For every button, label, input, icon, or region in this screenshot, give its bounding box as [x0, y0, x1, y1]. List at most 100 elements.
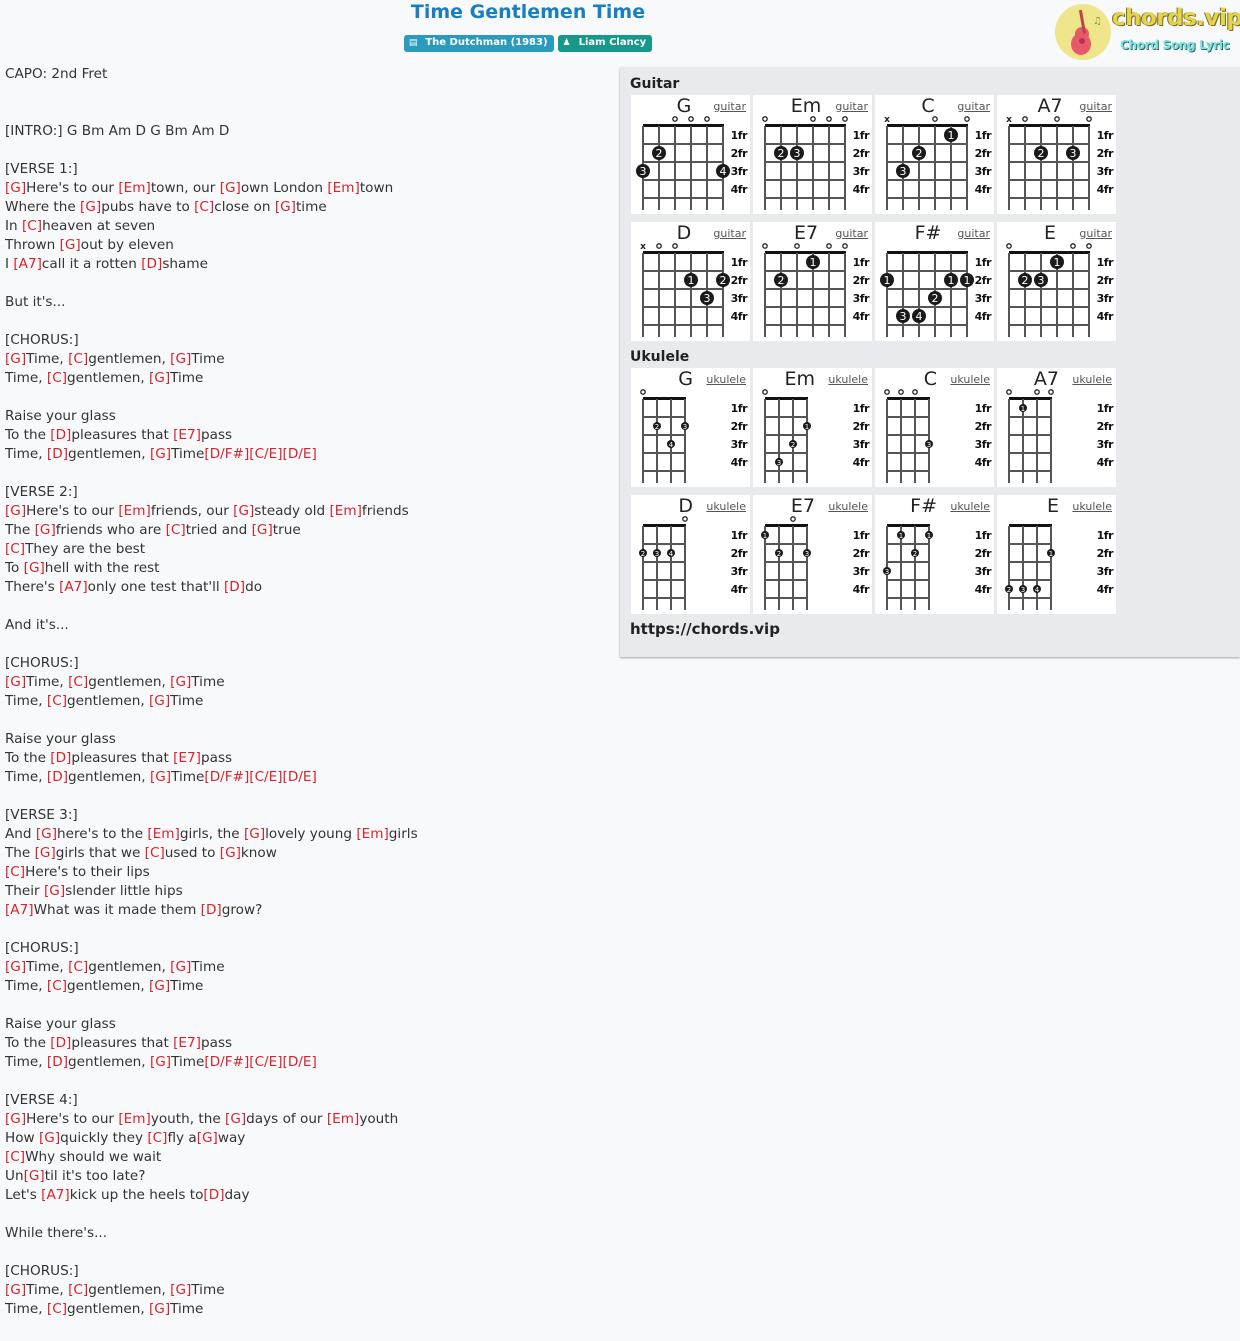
- chord-diagram-g[interactable]: Gguitar 1fr 2fr 3fr 4fr 2 3 4: [631, 95, 750, 214]
- chord-link[interactable]: [Em]: [329, 503, 361, 519]
- chord-link[interactable]: [C]: [145, 845, 165, 861]
- chord-link[interactable]: [C]: [68, 674, 88, 690]
- chord-diagram-em[interactable]: Em guitar 1fr 2fr 3fr 4fr 2 3: [753, 95, 872, 214]
- chord-link[interactable]: [D]: [47, 1054, 68, 1070]
- chord-link[interactable]: [D/E]: [283, 446, 317, 462]
- chord-link[interactable]: [A7]: [59, 579, 88, 595]
- chord-diagram-c[interactable]: Cguitar x 1fr 2fr 3fr 4fr 1 2 3: [875, 95, 994, 214]
- chord-link[interactable]: [C]: [5, 541, 25, 557]
- chord-link[interactable]: [G]: [170, 351, 191, 367]
- chord-link[interactable]: [G]: [60, 237, 81, 253]
- chord-link[interactable]: [D]: [50, 1035, 71, 1051]
- chord-link[interactable]: [G]: [225, 1111, 246, 1127]
- chord-link[interactable]: [G]: [149, 1301, 170, 1317]
- chord-link[interactable]: [D]: [50, 427, 71, 443]
- chord-link[interactable]: [C]: [166, 522, 186, 538]
- chord-link[interactable]: [Em]: [118, 503, 150, 519]
- chord-link[interactable]: [G]: [233, 503, 254, 519]
- chord-link[interactable]: [G]: [36, 826, 57, 842]
- chord-link[interactable]: [D/F#]: [204, 769, 249, 785]
- chord-link[interactable]: [C]: [68, 351, 88, 367]
- chord-link[interactable]: [G]: [44, 883, 65, 899]
- album-badge[interactable]: ▤ The Dutchman (1983): [403, 35, 554, 52]
- chord-link[interactable]: [C/E]: [249, 769, 282, 785]
- chord-link[interactable]: [Em]: [327, 1111, 359, 1127]
- chord-link[interactable]: [D/E]: [283, 769, 317, 785]
- chord-link[interactable]: [G]: [150, 1054, 171, 1070]
- chord-link[interactable]: [D/E]: [283, 1054, 317, 1070]
- chord-link[interactable]: [G]: [5, 180, 26, 196]
- chord-link[interactable]: [C]: [47, 978, 67, 994]
- chord-link[interactable]: [D]: [201, 902, 222, 918]
- chord-link[interactable]: [A7]: [41, 1187, 70, 1203]
- chord-link[interactable]: [Em]: [118, 1111, 150, 1127]
- chord-link[interactable]: [E7]: [173, 427, 201, 443]
- chord-link[interactable]: [D/F#]: [204, 446, 249, 462]
- chord-link[interactable]: [G]: [5, 351, 26, 367]
- chord-diagram-d[interactable]: Dguitar x 1fr 2fr 3fr 4fr 1 2 3: [631, 222, 750, 341]
- chord-link[interactable]: [G]: [5, 1282, 26, 1298]
- chord-link[interactable]: [C]: [194, 199, 214, 215]
- chord-link[interactable]: [G]: [24, 1168, 45, 1184]
- chord-link[interactable]: [G]: [149, 370, 170, 386]
- chord-diagram-g[interactable]: Gukulele 1fr 2fr 3fr 4fr 2 3 4: [631, 368, 750, 487]
- chord-link[interactable]: [G]: [170, 674, 191, 690]
- chord-link[interactable]: [G]: [170, 1282, 191, 1298]
- chord-link[interactable]: [G]: [220, 180, 241, 196]
- chord-link[interactable]: [C]: [68, 959, 88, 975]
- chord-link[interactable]: [D]: [47, 446, 68, 462]
- chord-link[interactable]: [G]: [197, 1130, 218, 1146]
- chord-link[interactable]: [Em]: [118, 180, 150, 196]
- chord-diagram-c[interactable]: Cukulele 1fr 2fr 3fr 4fr 3: [875, 368, 994, 487]
- chord-link[interactable]: [G]: [5, 959, 26, 975]
- chord-diagram-e7[interactable]: E7 ukulele 1fr 2fr 3fr 4fr 1 2 3: [753, 495, 872, 614]
- chord-link[interactable]: [C]: [47, 370, 67, 386]
- chord-link[interactable]: [G]: [5, 674, 26, 690]
- chord-link[interactable]: [G]: [5, 1111, 26, 1127]
- chord-diagram-e7[interactable]: E7 guitar 1fr 2fr 3fr 4fr 1 2: [753, 222, 872, 341]
- chord-link[interactable]: [G]: [149, 978, 170, 994]
- chord-link[interactable]: [C]: [47, 1301, 67, 1317]
- chord-link[interactable]: [Em]: [327, 180, 359, 196]
- chord-link[interactable]: [C]: [22, 218, 42, 234]
- chord-link[interactable]: [D]: [224, 579, 245, 595]
- chord-link[interactable]: [G]: [24, 560, 45, 576]
- chord-link[interactable]: [C]: [5, 1149, 25, 1165]
- chord-link[interactable]: [G]: [39, 1130, 60, 1146]
- chord-link[interactable]: [C/E]: [249, 446, 282, 462]
- chord-diagram-d[interactable]: Dukulele 1fr 2fr 3fr 4fr 2 3 4: [631, 495, 750, 614]
- chord-link[interactable]: [C]: [147, 1130, 167, 1146]
- chord-link[interactable]: [A7]: [5, 902, 34, 918]
- chord-diagram-e[interactable]: Eukulele 1fr 2fr 3fr 4fr 1 2 3 4: [997, 495, 1116, 614]
- artist-badge[interactable]: ♟ Liam Clancy: [557, 35, 653, 52]
- site-url[interactable]: https://chords.vip: [630, 620, 780, 638]
- chord-link[interactable]: [Em]: [147, 826, 179, 842]
- chord-link[interactable]: [G]: [5, 503, 26, 519]
- chord-link[interactable]: [G]: [150, 769, 171, 785]
- chord-link[interactable]: [G]: [35, 845, 56, 861]
- chord-link[interactable]: [G]: [35, 522, 56, 538]
- chord-link[interactable]: [D]: [47, 769, 68, 785]
- chord-link[interactable]: [G]: [149, 693, 170, 709]
- chord-diagram-a7[interactable]: A7 ukulele 1fr 2fr 3fr 4fr 1: [997, 368, 1116, 487]
- chord-link[interactable]: [C]: [5, 864, 25, 880]
- chord-link[interactable]: [C/E]: [249, 1054, 282, 1070]
- chord-link[interactable]: [D]: [50, 750, 71, 766]
- chord-link[interactable]: [G]: [244, 826, 265, 842]
- chord-diagram-em[interactable]: Em ukulele 1fr 2fr 3fr 4fr 1 2 3: [753, 368, 872, 487]
- chord-link[interactable]: [C]: [47, 693, 67, 709]
- chord-link[interactable]: [G]: [170, 959, 191, 975]
- chord-link[interactable]: [C]: [68, 1282, 88, 1298]
- chord-link[interactable]: [G]: [220, 845, 241, 861]
- site-logo[interactable]: ♫ chords.vip Chord Song Lyric: [1054, 3, 1240, 61]
- chord-diagram-e[interactable]: Eguitar 1fr 2fr 3fr 4fr 1 2 3: [997, 222, 1116, 341]
- chord-link[interactable]: [E7]: [173, 750, 201, 766]
- chord-diagram-f-sharp[interactable]: F# guitar 1fr 2fr 3fr 4fr 1 1 1 2 3 4: [875, 222, 994, 341]
- chord-diagram-a7[interactable]: A7 guitar x 1fr 2fr 3fr 4fr 2 3: [997, 95, 1116, 214]
- chord-link[interactable]: [D]: [203, 1187, 224, 1203]
- chord-link[interactable]: [G]: [275, 199, 296, 215]
- chord-link[interactable]: [D/F#]: [204, 1054, 249, 1070]
- chord-link[interactable]: [A7]: [13, 256, 42, 272]
- chord-diagram-f-sharp[interactable]: F# ukulele 1fr 2fr 3fr 4fr 1 1 2 3: [875, 495, 994, 614]
- chord-link[interactable]: [D]: [141, 256, 162, 272]
